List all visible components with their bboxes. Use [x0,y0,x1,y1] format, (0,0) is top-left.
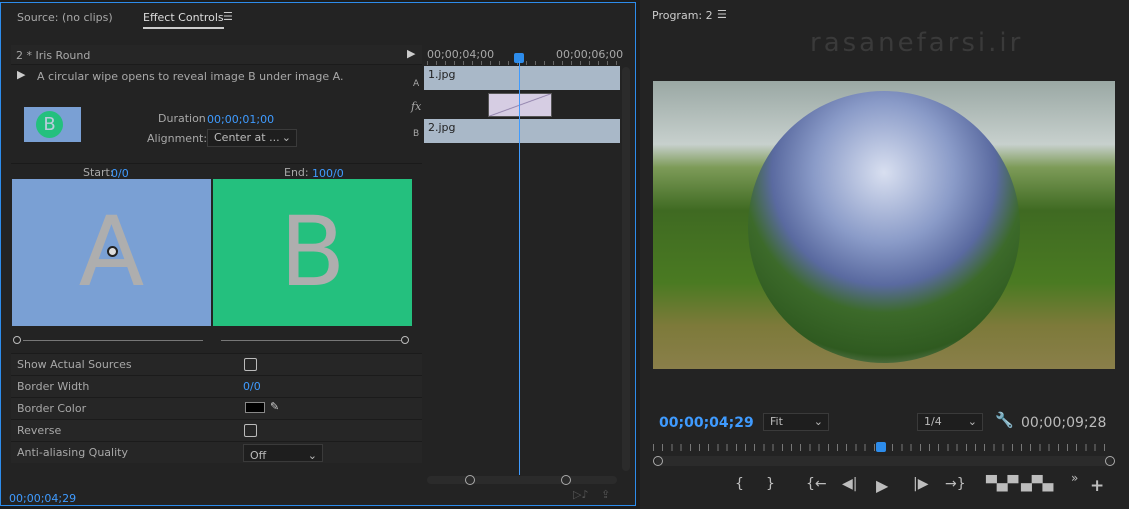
prop-show-actual-sources: Show Actual Sources [11,353,422,375]
mark-in-icon[interactable]: { [735,476,744,492]
audio-icon[interactable]: ▷♪ [573,488,588,501]
program-title: Program: 2 [652,9,713,22]
border-width-value[interactable]: 0/0 [243,380,261,393]
effect-controls-panel: Source: (no clips) Effect Controls ☰ 2 *… [0,2,636,506]
effect-title: 2 * Iris Round [16,49,91,62]
track-b-label: B [413,129,420,139]
hamburger-icon[interactable]: ☰ [223,10,233,23]
resolution-dropdown[interactable]: 1/4 ⌄ [917,413,983,431]
program-current-time[interactable]: 00;00;04;29 [659,415,754,431]
alignment-label: Alignment: [147,132,208,145]
effect-description: A circular wipe opens to reveal image B … [37,70,344,83]
lift-icon[interactable]: ▀▄▀ [986,476,1018,492]
go-to-out-icon[interactable]: →} [945,476,966,492]
iris-circle-image [748,91,1020,363]
duration-label: Duration [158,112,206,125]
thumb-letter: B [36,111,63,138]
add-button-icon[interactable]: + [1090,476,1104,496]
timeline-time-left: 00;00;04;00 [427,48,495,61]
fx-icon: fx [411,100,422,113]
end-label: End: [284,166,309,179]
clip-a[interactable]: 1.jpg [424,66,620,90]
program-video-frame[interactable] [653,81,1115,369]
prop-anti-aliasing: Anti-aliasing Quality Off ⌄ [11,441,422,463]
anti-aliasing-dropdown[interactable]: Off ⌄ [243,444,323,462]
step-forward-icon[interactable]: |▶ [913,476,928,492]
play-icon[interactable]: ▶ [876,476,888,495]
vertical-scrollbar[interactable] [622,67,630,471]
zoom-dropdown[interactable]: Fit ⌄ [763,413,829,431]
transition-thumbnail: B [24,107,81,142]
preview-b[interactable]: B [213,179,412,326]
center-handle[interactable] [107,246,118,257]
timeline-time-right: 00;00;06;00 [556,48,624,61]
border-color-swatch[interactable] [245,402,265,413]
alignment-dropdown[interactable]: Center at ... ⌄ [207,129,297,147]
show-actual-sources-checkbox[interactable] [244,358,257,371]
start-label: Start: [83,166,114,179]
transition-clip[interactable] [488,93,552,117]
extract-icon[interactable]: ▄▀▄ [1021,476,1053,492]
program-duration: 00;00;09;28 [1021,415,1107,431]
step-back-icon[interactable]: ◀| [842,476,857,492]
export-icon[interactable]: ⇪ [601,488,610,501]
reverse-checkbox[interactable] [244,424,257,437]
watermark: rasanefarsi.ir [810,28,1024,58]
current-time[interactable]: 00;00;04;29 [9,492,76,505]
playhead-line [519,61,520,475]
program-monitor: Program: 2 ☰ rasanefarsi.ir 00;00;04;29 … [640,0,1129,509]
wrench-icon[interactable]: 🔧 [995,411,1014,429]
zoom-scrollbar[interactable] [653,456,1115,466]
track-a-label: A [413,79,420,89]
clip-b[interactable]: 2.jpg [424,119,620,143]
start-slider-handle[interactable] [13,336,21,344]
effect-header: 2 * Iris Round ▶ [11,45,422,65]
end-slider-handle[interactable] [401,336,409,344]
eyedropper-icon[interactable]: ✎ [270,400,279,413]
prop-border-color: Border Color ✎ [11,397,422,419]
horizontal-scrollbar[interactable] [427,475,617,485]
more-controls-icon[interactable]: » [1071,471,1078,485]
hamburger-icon[interactable]: ☰ [717,8,727,21]
duration-value[interactable]: 00;00;01;00 [207,113,274,126]
prop-border-width: Border Width 0/0 [11,375,422,397]
prop-reverse: Reverse [11,419,422,441]
tab-source[interactable]: Source: (no clips) [17,11,113,24]
tab-effect-controls[interactable]: Effect Controls [143,11,224,29]
go-to-in-icon[interactable]: {← [806,476,827,492]
expand-icon[interactable]: ▶ [407,47,415,60]
program-playhead[interactable] [876,442,886,452]
play-preview-icon[interactable]: ▶ [17,68,25,81]
mark-out-icon[interactable]: } [766,476,775,492]
